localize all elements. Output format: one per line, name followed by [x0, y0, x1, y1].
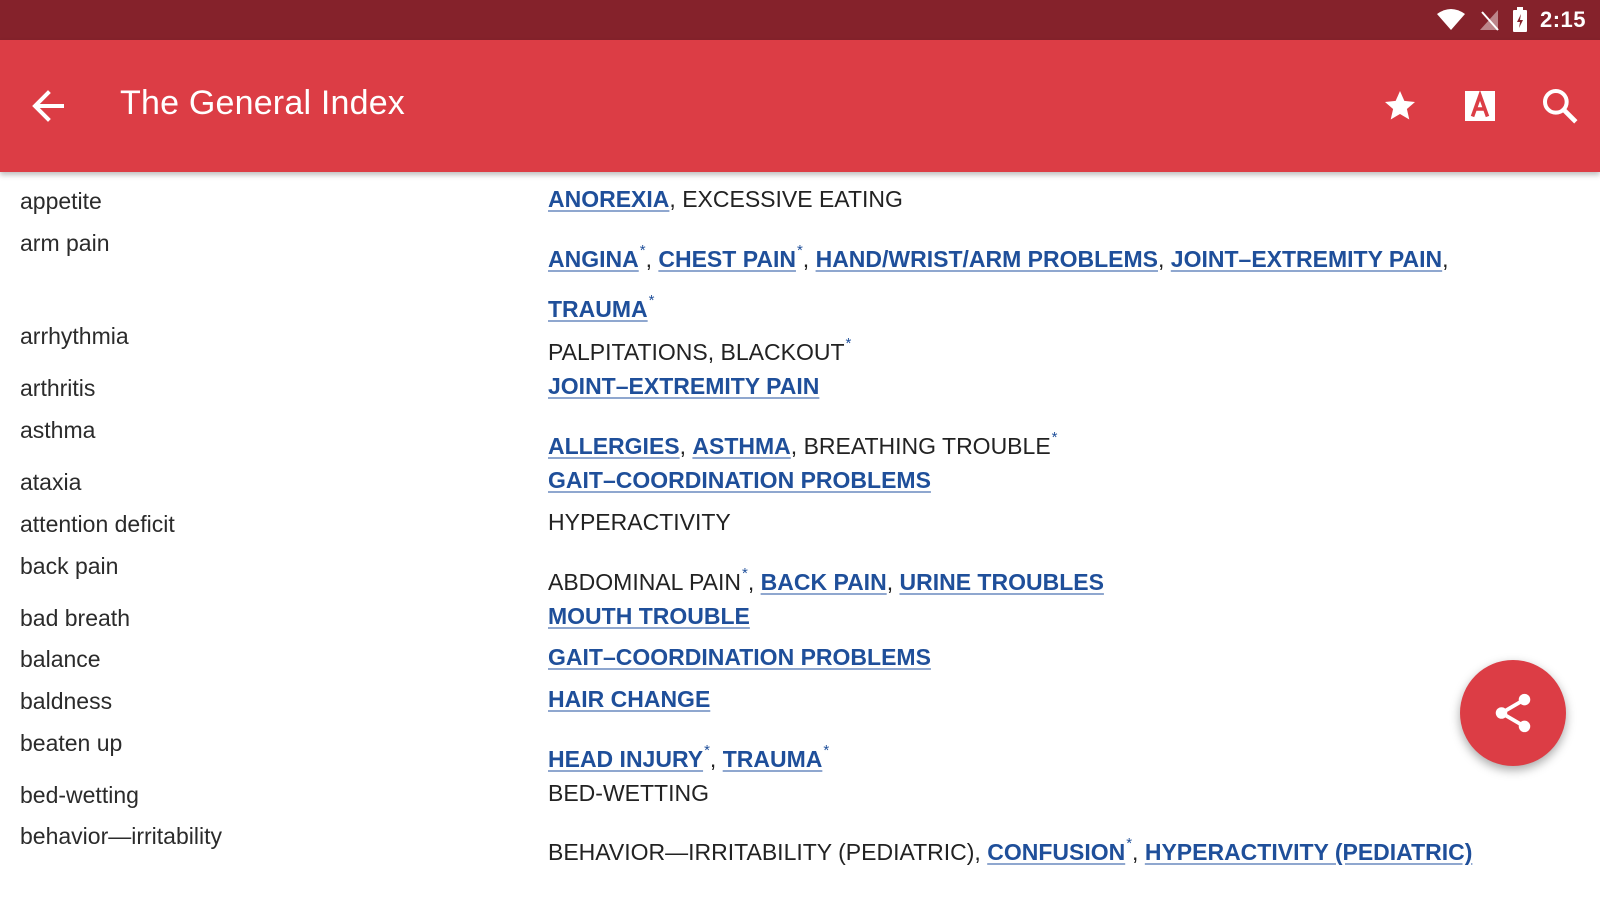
search-button[interactable]	[1538, 84, 1582, 128]
index-link[interactable]: CHEST PAIN	[658, 246, 796, 272]
asterisk-marker: *	[845, 335, 852, 352]
index-text: ,	[802, 246, 816, 272]
index-term: behavior—irritability	[20, 823, 222, 849]
index-text: BREATHING TROUBLE	[803, 433, 1051, 459]
index-term: beaten up	[20, 730, 123, 756]
index-link[interactable]: GAIT–COORDINATION PROBLEMS	[548, 467, 931, 493]
index-term: arthritis	[20, 375, 96, 401]
font-size-button[interactable]	[1458, 84, 1502, 128]
index-references: MOUTH TROUBLE	[548, 595, 1548, 637]
index-term: asthma	[20, 417, 96, 443]
index-term: baldness	[20, 688, 113, 714]
index-link[interactable]: JOINT–EXTREMITY PAIN	[1171, 246, 1442, 272]
index-link[interactable]: ANOREXIA	[548, 186, 669, 212]
index-text: ,	[679, 433, 693, 459]
index-link[interactable]: HYPERACTIVITY (PEDIATRIC)	[1145, 839, 1473, 865]
index-link[interactable]: TRAUMA	[548, 296, 648, 322]
index-link[interactable]: JOINT–EXTREMITY PAIN	[548, 373, 819, 399]
index-term: balance	[20, 646, 101, 672]
index-references: GAIT–COORDINATION PROBLEMS	[548, 459, 1548, 501]
search-icon	[1543, 89, 1578, 124]
index-references: BED-WETTING	[548, 772, 1548, 814]
index-link[interactable]: TRAUMA	[723, 746, 823, 772]
index-text: ,	[1442, 246, 1449, 272]
back-button[interactable]	[28, 86, 68, 126]
index-link[interactable]: ALLERGIES	[548, 433, 680, 459]
index-text: HYPERACTIVITY	[548, 509, 731, 535]
asterisk-marker: *	[823, 742, 830, 759]
index-link[interactable]: HAND/WRIST/ARM PROBLEMS	[816, 246, 1158, 272]
page-title: The General Index	[120, 84, 406, 122]
index-link[interactable]: HAIR CHANGE	[548, 686, 710, 712]
index-link[interactable]: GAIT–COORDINATION PROBLEMS	[548, 644, 931, 670]
index-text: ,	[669, 186, 683, 212]
index-references: ANGINA*, CHEST PAIN*, HAND/WRIST/ARM PRO…	[548, 230, 1548, 330]
font-size-icon	[1465, 90, 1495, 121]
asterisk-marker: *	[648, 292, 655, 309]
index-references: HAIR CHANGE	[548, 678, 1548, 720]
index-text: PALPITATIONS, BLACKOUT	[548, 339, 845, 365]
index-text: ,	[1158, 246, 1171, 272]
index-term: bad breath	[20, 605, 130, 631]
index-link[interactable]: ASTHMA	[692, 433, 790, 459]
index-term: appetite	[20, 188, 102, 214]
share-icon	[1495, 693, 1531, 733]
index-term: arrhythmia	[20, 323, 129, 349]
index-term: back pain	[20, 553, 119, 579]
index-text: ,	[709, 746, 723, 772]
index-text: ,	[974, 839, 988, 865]
index-term: arm pain	[20, 230, 110, 256]
asterisk-marker: *	[1051, 429, 1058, 446]
index-term: ataxia	[20, 469, 82, 495]
index-text: ,	[886, 569, 900, 595]
index-references: GAIT–COORDINATION PROBLEMS	[548, 636, 1548, 678]
status-bar: 2:15	[0, 0, 1600, 40]
index-references: BEHAVIOR—IRRITABILITY (PEDIATRIC), CONFU…	[548, 823, 1548, 873]
index-link[interactable]: CONFUSION	[987, 839, 1125, 865]
index-term: attention deficit	[20, 511, 175, 537]
star-icon	[1385, 91, 1415, 120]
app-bar: The General Index	[0, 40, 1600, 172]
index-text: BED-WETTING	[548, 780, 709, 806]
index-link[interactable]: HEAD INJURY	[548, 746, 703, 772]
arrow-left-icon	[32, 90, 64, 122]
index-link[interactable]: BACK PAIN	[761, 569, 887, 595]
index-text: ABDOMINAL PAIN	[548, 569, 741, 595]
index-text: ,	[790, 433, 804, 459]
index-references: JOINT–EXTREMITY PAIN	[548, 365, 1548, 407]
index-list: appetite ANOREXIA, EXCESSIVE EATING arm pa…	[0, 172, 1600, 900]
index-text: EXCESSIVE EATING	[682, 186, 903, 212]
no-signal-icon	[1478, 8, 1500, 32]
index-link[interactable]: MOUTH TROUBLE	[548, 603, 750, 629]
favorite-button[interactable]	[1378, 84, 1422, 128]
index-term: bed-wetting	[20, 782, 139, 808]
wifi-icon	[1436, 8, 1466, 32]
battery-icon	[1512, 7, 1528, 33]
index-link[interactable]: URINE TROUBLES	[899, 569, 1103, 595]
index-references: HYPERACTIVITY	[548, 501, 1548, 543]
index-text: BEHAVIOR—IRRITABILITY (PEDIATRIC)	[548, 839, 975, 865]
index-link[interactable]: ANGINA	[548, 246, 639, 272]
index-text: ,	[747, 569, 761, 595]
index-text: ,	[645, 246, 659, 272]
index-references: ANOREXIA, EXCESSIVE EATING	[548, 178, 1548, 220]
share-button[interactable]	[1460, 660, 1566, 766]
status-time: 2:15	[1539, 7, 1586, 32]
index-text: ,	[1132, 839, 1145, 865]
